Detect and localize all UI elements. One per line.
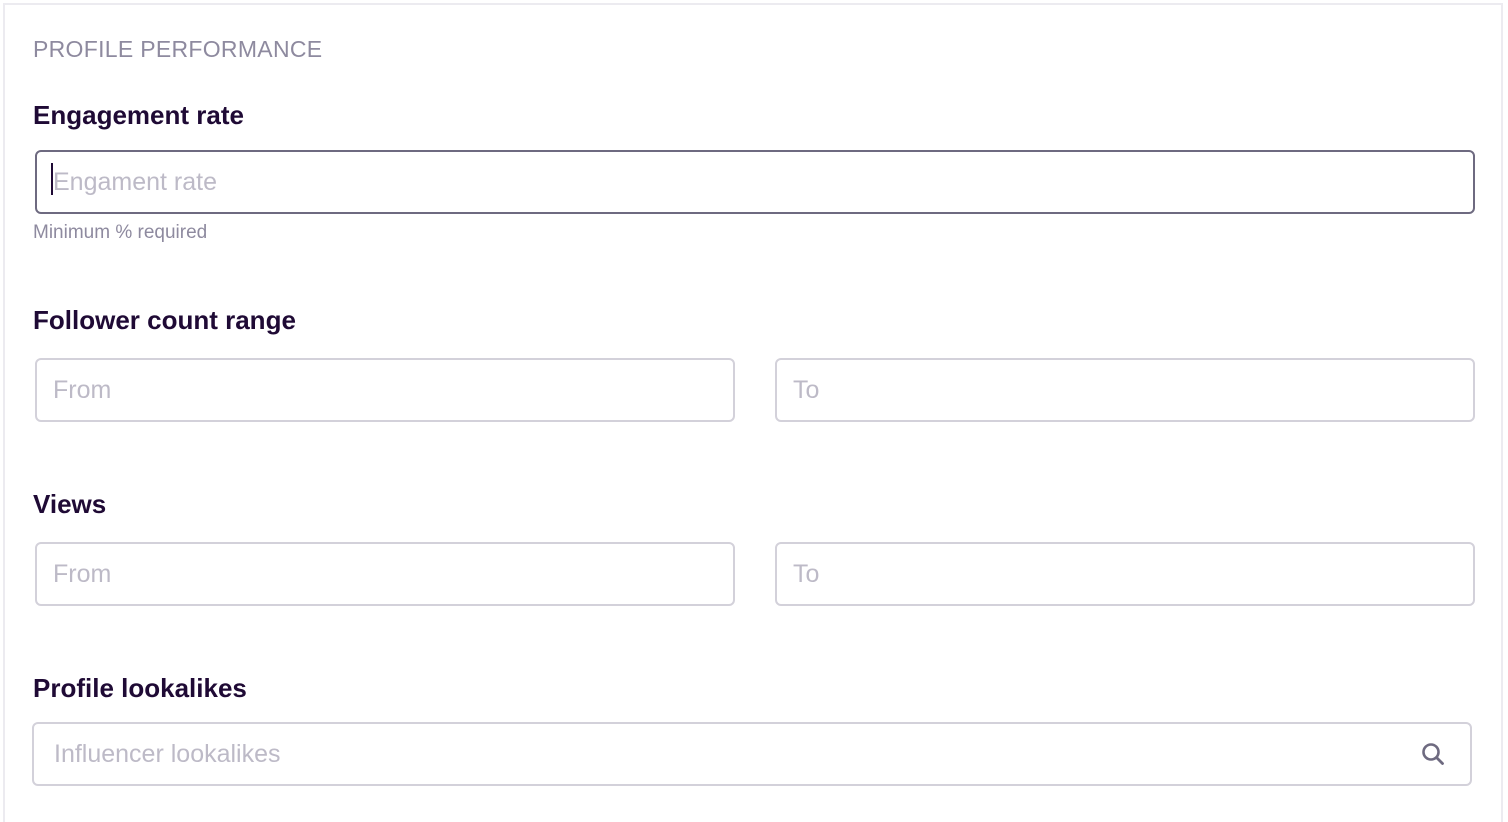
influencer-lookalikes-input[interactable] (32, 722, 1472, 786)
views-to-input[interactable] (775, 542, 1475, 606)
engagement-rate-helper: Minimum % required (33, 222, 208, 243)
follower-count-range-label: Follower count range (33, 305, 296, 335)
engagement-rate-label: Engagement rate (33, 100, 244, 130)
views-label: Views (33, 489, 107, 519)
engagement-rate-input[interactable] (35, 150, 1475, 214)
views-from-input[interactable] (35, 542, 735, 606)
search-icon[interactable] (1420, 741, 1446, 767)
follower-count-to-input[interactable] (775, 358, 1475, 422)
text-caret (51, 163, 53, 195)
follower-count-from-input[interactable] (35, 358, 735, 422)
profile-lookalikes-label: Profile lookalikes (33, 673, 247, 703)
section-title: PROFILE PERFORMANCE (33, 36, 323, 62)
lookalikes-search (32, 722, 1472, 786)
